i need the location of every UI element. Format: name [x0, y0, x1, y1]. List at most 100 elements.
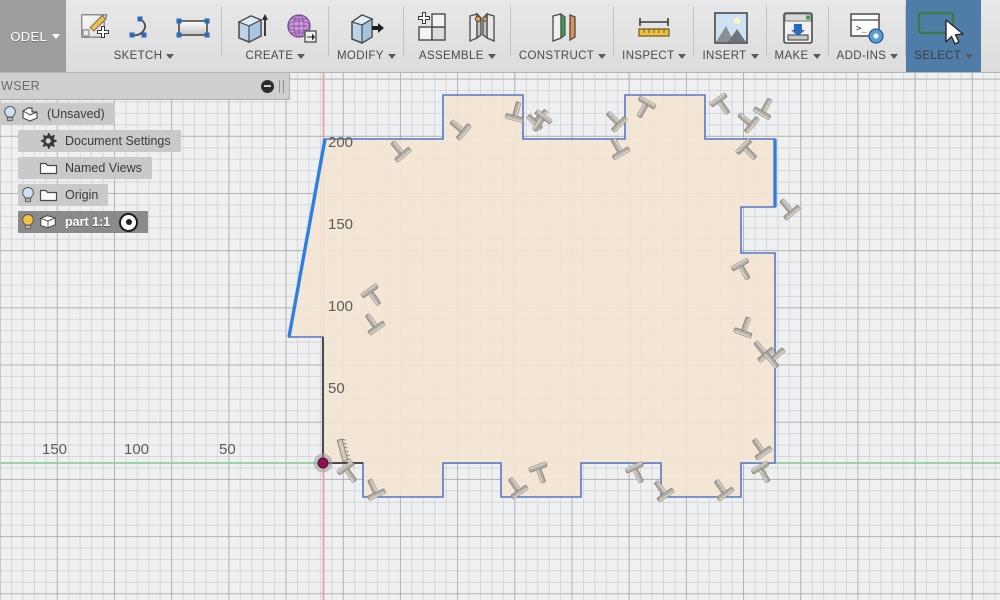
chevron-down-icon	[487, 53, 496, 59]
browser-item-label: Document Settings	[65, 134, 171, 148]
perpendicular-constraint-icon[interactable]	[602, 107, 628, 133]
toolbar-group-assemble: ASSEMBLE	[404, 0, 511, 72]
insert-image-icon[interactable]	[710, 7, 752, 49]
toolbar-label-construct[interactable]: CONSTRUCT	[518, 50, 607, 62]
x-axis-tick-label: 150	[42, 441, 68, 458]
browser-item-named-views[interactable]: Named Views	[18, 157, 152, 179]
toolbar-group-label: MAKE	[774, 50, 809, 62]
create-form-icon[interactable]	[279, 7, 321, 49]
chevron-down-icon	[166, 53, 175, 59]
toolbar-group-label: CONSTRUCT	[518, 50, 595, 62]
perpendicular-constraint-icon[interactable]	[752, 95, 778, 120]
chevron-down-icon	[965, 53, 974, 59]
toolbar-label-insert[interactable]: INSERT	[702, 50, 759, 62]
panel-grip-icon[interactable]	[279, 79, 284, 93]
activate-component-radio[interactable]	[119, 212, 139, 232]
toolbar-label-inspect[interactable]: INSPECT	[622, 50, 687, 62]
toolbar-group-label: ASSEMBLE	[418, 50, 484, 62]
perpendicular-constraint-icon[interactable]	[709, 92, 735, 118]
toolbar-label-modify[interactable]: MODIFY	[337, 50, 396, 62]
chevron-down-icon	[598, 53, 607, 59]
perpendicular-constraint-icon[interactable]	[336, 460, 362, 486]
toolbar-label-create[interactable]: CREATE	[246, 50, 306, 62]
item-indent-spacer	[18, 132, 38, 150]
new-component-icon[interactable]	[412, 7, 454, 49]
toolbar-group-select: SELECT	[906, 0, 982, 72]
toolbar-group-make: MAKE	[767, 0, 829, 72]
toolbar-label-make[interactable]: MAKE	[775, 50, 821, 62]
chevron-down-icon	[297, 53, 306, 59]
origin-point[interactable]	[317, 457, 329, 469]
toolbar-group-label: CREATE	[245, 50, 294, 62]
rectangle-icon[interactable]	[172, 7, 214, 49]
fusion-application-window: ODEL SKETCH CREATE MODIFY ASSEMBLE CONST…	[0, 0, 1000, 600]
toolbar-label-addins[interactable]: ADD-INS	[837, 50, 899, 62]
toolbar-group-construct: CONSTRUCT	[511, 0, 615, 72]
browser-item-document-settings[interactable]: Document Settings	[18, 130, 181, 152]
toolbar-label-assemble[interactable]: ASSEMBLE	[419, 50, 496, 62]
browser-item-label: Origin	[65, 188, 99, 202]
toolbar-group-label: SELECT	[914, 50, 962, 62]
browser-tree: (Unsaved) Document Settings Named Views Ori…	[0, 100, 290, 233]
browser-item-label: Named Views	[65, 161, 142, 175]
gear-icon	[38, 132, 58, 150]
folder-icon	[38, 186, 58, 204]
perpendicular-constraint-icon[interactable]	[775, 195, 801, 221]
chevron-down-icon	[812, 53, 821, 59]
perpendicular-constraint-icon[interactable]	[625, 461, 649, 485]
visibility-bulb-icon[interactable]	[0, 105, 20, 123]
chevron-down-icon	[52, 33, 60, 39]
browser-panel: WSER (Unsaved) Document Settings Named Vie…	[0, 72, 290, 238]
chevron-down-icon	[387, 53, 396, 59]
browser-header: WSER	[0, 72, 290, 100]
visibility-bulb-icon[interactable]	[18, 213, 38, 231]
visibility-bulb-icon[interactable]	[18, 186, 38, 204]
joint-icon[interactable]	[461, 7, 503, 49]
toolbar-group-create: CREATE	[222, 0, 329, 72]
folder-icon	[38, 159, 58, 177]
scripts-addins-icon[interactable]: >_	[846, 7, 888, 49]
perpendicular-constraint-icon[interactable]	[750, 461, 776, 486]
toolbar-group-inspect: INSPECT	[614, 0, 695, 72]
toolbar-group-label: INSERT	[702, 50, 747, 62]
browser-title: WSER	[1, 79, 41, 93]
document-icon	[20, 105, 40, 123]
main-toolbar: ODEL SKETCH CREATE MODIFY ASSEMBLE CONST…	[0, 0, 1000, 73]
x-axis-tick-label: 100	[124, 441, 150, 458]
workspace-switcher[interactable]: ODEL	[0, 0, 66, 72]
browser-item-label: (Unsaved)	[47, 107, 105, 121]
minus-circle-icon[interactable]	[261, 79, 274, 93]
browser-item-origin[interactable]: Origin	[18, 184, 109, 206]
y-axis-tick-label: 200	[328, 134, 354, 151]
browser-item-unsaved[interactable]: (Unsaved)	[0, 103, 115, 125]
create-sketch-icon[interactable]	[74, 7, 116, 49]
browser-item-part-1-1[interactable]: part 1:1	[18, 211, 149, 233]
y-axis-tick-label: 150	[328, 216, 354, 233]
toolbar-group-modify: MODIFY	[329, 0, 404, 72]
toolbar-group-label: MODIFY	[337, 50, 384, 62]
x-axis-tick-label: 50	[219, 441, 236, 458]
chevron-down-icon	[678, 53, 687, 59]
toolbar-group-label: SKETCH	[113, 50, 163, 62]
measure-icon[interactable]	[633, 7, 675, 49]
3d-print-icon[interactable]	[777, 7, 819, 49]
toolbar-label-select[interactable]: SELECT	[914, 50, 974, 62]
offset-plane-icon[interactable]	[542, 7, 584, 49]
chevron-down-icon	[890, 53, 899, 59]
workspace-label: ODEL	[10, 28, 47, 44]
toolbar-label-sketch[interactable]: SKETCH	[114, 50, 175, 62]
browser-item-label: part 1:1	[65, 215, 111, 229]
select-window-icon[interactable]	[915, 7, 973, 49]
toolbar-group-insert: INSERT	[694, 0, 767, 72]
extrude-icon[interactable]	[230, 7, 272, 49]
press-pull-icon[interactable]	[345, 7, 387, 49]
chevron-down-icon	[750, 53, 759, 59]
y-axis-tick-label: 50	[328, 380, 345, 397]
svg-text:>_: >_	[856, 24, 867, 34]
toolbar-group-sketch: SKETCH	[66, 0, 222, 72]
toolbar-group-label: INSPECT	[622, 50, 675, 62]
item-indent-spacer	[18, 159, 38, 177]
spline-icon[interactable]	[123, 7, 165, 49]
toolbar-group-addins: >_ ADD-INS	[829, 0, 907, 72]
perpendicular-constraint-icon[interactable]	[527, 109, 553, 135]
